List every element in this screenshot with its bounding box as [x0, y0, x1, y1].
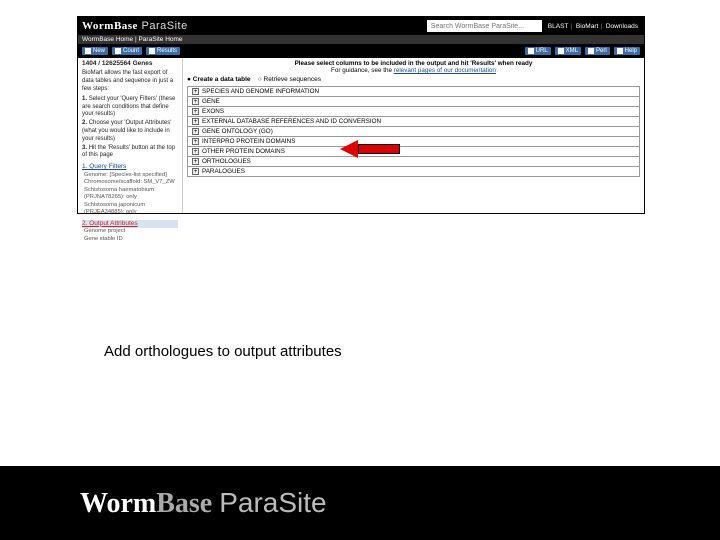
new-label: New — [93, 48, 105, 54]
expand-icon[interactable]: + — [192, 88, 199, 95]
top-bar: WormBase ParaSite BLAST| BioMart| Downlo… — [78, 17, 644, 35]
expand-icon[interactable]: + — [192, 158, 199, 165]
biomart-window: WormBase ParaSite BLAST| BioMart| Downlo… — [77, 16, 645, 214]
expand-icon[interactable]: + — [192, 108, 199, 115]
filter-genome: Genome: [Species-list specified] — [84, 172, 178, 180]
filter-sjap: Schistosoma japonicum (PRJEA34885): only — [84, 202, 178, 217]
brand-worm: WormBase — [82, 20, 138, 32]
callout-arrow — [340, 140, 400, 158]
instruction-sub: For guidance, see the relevant pages of … — [183, 67, 644, 74]
slide-caption: Add orthologues to output attributes — [104, 343, 342, 360]
results-label: Results — [157, 48, 177, 54]
cat-paralogues[interactable]: +PARALOGUES — [187, 167, 640, 177]
attr-gene-id: Gene stable ID — [84, 236, 178, 244]
cat-external-db[interactable]: +EXTERNAL DATABASE REFERENCES AND ID CON… — [187, 117, 640, 127]
link-blast[interactable]: BLAST — [546, 23, 571, 30]
output-attributes-link[interactable]: 2. Output Attributes — [82, 220, 178, 228]
count-icon — [115, 48, 121, 54]
breadcrumb: WormBase Home | ParaSite Home — [78, 35, 644, 44]
expand-icon[interactable]: + — [192, 168, 199, 175]
new-button[interactable]: New — [82, 47, 108, 55]
tab-row: ● Create a data table ○ Retrieve sequenc… — [183, 75, 644, 84]
filter-chrom: Chromosome/scaffold: SM_V7_ZW — [84, 179, 178, 187]
query-filters-link[interactable]: 1. Query Filters — [82, 163, 178, 171]
url-icon — [528, 48, 534, 54]
filter-shae: Schistosoma haematobium (PRJNA78265): on… — [84, 187, 178, 202]
count-button[interactable]: Count — [112, 47, 142, 55]
results-icon — [149, 48, 155, 54]
footer-base: Base — [156, 488, 219, 519]
main-panel: Please select columns to be included in … — [183, 58, 644, 213]
cat-gene[interactable]: +GENE — [187, 97, 640, 107]
sidebar: 1404 / 12625564 Genes BioMart allows the… — [78, 58, 183, 213]
dataset-count: 1404 / 12625564 Genes — [82, 60, 178, 68]
expand-icon[interactable]: + — [192, 118, 199, 125]
expand-icon[interactable]: + — [192, 138, 199, 145]
xml-icon — [558, 48, 564, 54]
xml-button[interactable]: XML — [555, 47, 581, 55]
search-input[interactable] — [427, 20, 542, 32]
cat-orthologues[interactable]: +ORTHOLOGUES — [187, 157, 640, 167]
step-1: 1. Select your 'Query Filters' (these ar… — [82, 96, 178, 119]
footer-para: ParaSite — [219, 487, 326, 518]
cat-interpro[interactable]: +INTERPRO PROTEIN DOMAINS — [187, 137, 640, 147]
instruction-bold: Please select columns to be included in … — [183, 60, 644, 67]
url-label: URL — [536, 48, 548, 54]
footer-bar: WormBase ParaSite — [0, 466, 720, 540]
results-button[interactable]: Results — [146, 47, 180, 55]
cat-exons[interactable]: +EXONS — [187, 107, 640, 117]
left-buttons: New Count Results — [82, 47, 180, 55]
count-label: Count — [123, 48, 139, 54]
perl-label: Perl — [596, 48, 607, 54]
perl-button[interactable]: Perl — [585, 47, 610, 55]
cat-species[interactable]: +SPECIES AND GENOME INFORMATION — [187, 86, 640, 97]
steps-list: 1. Select your 'Query Filters' (these ar… — [82, 96, 178, 160]
arrow-body — [358, 144, 400, 154]
tab-sequences[interactable]: ○ Retrieve sequences — [258, 76, 321, 83]
top-links: BLAST| BioMart| Downloads — [546, 23, 640, 30]
expand-icon[interactable]: + — [192, 128, 199, 135]
attr-genome-project: Genome project — [84, 228, 178, 236]
doc-link[interactable]: relevant pages of our documentation — [394, 67, 496, 74]
help-label: Help — [625, 48, 637, 54]
url-button[interactable]: URL — [525, 47, 551, 55]
arrow-head-icon — [340, 140, 358, 158]
button-bar: New Count Results URL XML Perl Help — [78, 44, 644, 58]
perl-icon — [588, 48, 594, 54]
help-button[interactable]: Help — [614, 47, 640, 55]
help-icon — [617, 48, 623, 54]
link-biomart[interactable]: BioMart — [574, 23, 600, 30]
footer-brand: WormBase ParaSite — [80, 487, 327, 520]
footer-worm: Worm — [80, 488, 156, 519]
new-icon — [85, 48, 91, 54]
expand-icon[interactable]: + — [192, 98, 199, 105]
top-right: BLAST| BioMart| Downloads — [427, 20, 640, 32]
category-list: +SPECIES AND GENOME INFORMATION +GENE +E… — [187, 86, 640, 177]
cat-go[interactable]: +GENE ONTOLOGY (GO) — [187, 127, 640, 137]
right-buttons: URL XML Perl Help — [525, 47, 640, 55]
expand-icon[interactable]: + — [192, 148, 199, 155]
workspace: 1404 / 12625564 Genes BioMart allows the… — [78, 58, 644, 213]
intro-text: BioMart allows the fast export of data t… — [82, 70, 178, 93]
tab-data-table[interactable]: ● Create a data table — [187, 76, 251, 83]
xml-label: XML — [566, 48, 578, 54]
cat-other-protein[interactable]: +OTHER PROTEIN DOMAINS — [187, 147, 640, 157]
instruction: Please select columns to be included in … — [183, 58, 644, 75]
brand-para: ParaSite — [138, 20, 188, 32]
brand-logo: WormBase ParaSite — [82, 20, 188, 32]
step-3: 3. Hit the 'Results' button at the top o… — [82, 145, 178, 161]
step-2: 2. Choose your 'Output Attributes' (what… — [82, 120, 178, 143]
link-downloads[interactable]: Downloads — [604, 23, 640, 30]
